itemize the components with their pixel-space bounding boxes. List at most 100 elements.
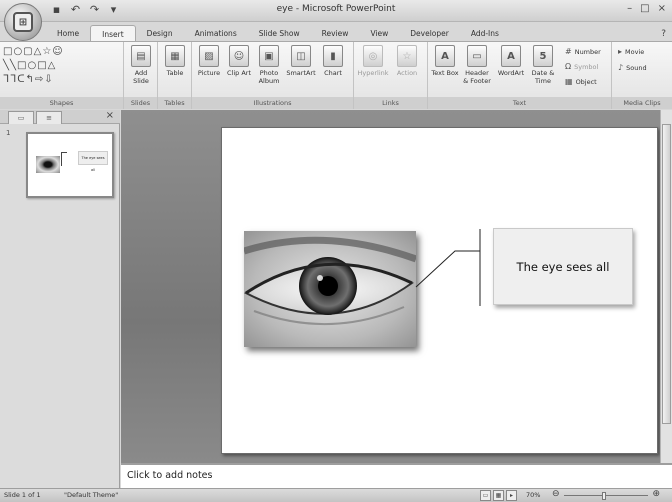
notes-placeholder: Click to add notes bbox=[127, 470, 213, 481]
chart-icon: ▮ bbox=[323, 45, 343, 67]
new-slide-button[interactable]: ▤ Add Slide bbox=[126, 45, 156, 85]
office-button[interactable]: ⊞ bbox=[4, 3, 42, 41]
header-footer-button[interactable]: ▭ Header & Footer bbox=[462, 45, 492, 85]
theme-name: "Default Theme" bbox=[64, 491, 119, 499]
vertical-scrollbar[interactable] bbox=[660, 110, 672, 463]
omega-icon: Ω bbox=[565, 62, 572, 71]
notes-pane[interactable]: Click to add notes bbox=[121, 463, 672, 488]
status-bar: Slide 1 of 1 "Default Theme" ▭ ▦ ▸ 70% ⊖… bbox=[0, 488, 672, 502]
ribbon-tabs: Home Insert Design Animations Slide Show… bbox=[46, 25, 510, 42]
group-tables: ▦ Table Tables bbox=[158, 42, 192, 109]
view-buttons: ▭ ▦ ▸ bbox=[480, 490, 517, 501]
group-media-clips: ▸ Movie ♪ Sound Media Clips bbox=[612, 42, 672, 109]
scrollbar-thumb[interactable] bbox=[662, 124, 671, 424]
tab-outline-panel[interactable]: ≡ bbox=[36, 111, 62, 124]
wordart-button[interactable]: A WordArt bbox=[496, 45, 526, 77]
tab-add-ins[interactable]: Add-Ins bbox=[460, 25, 510, 42]
picture-button[interactable]: ▨ Picture bbox=[194, 45, 224, 77]
thumbnail-eye-image bbox=[36, 156, 60, 173]
movie-icon: ▸ bbox=[618, 47, 623, 56]
close-icon[interactable]: × bbox=[106, 110, 114, 121]
tab-design[interactable]: Design bbox=[136, 25, 184, 42]
object-button[interactable]: ▦ Object bbox=[565, 77, 597, 86]
title-bar: ▪ ↶ ↷ ▾ eye - Microsoft PowerPoint – □ × bbox=[0, 0, 672, 22]
slide-sorter-icon[interactable]: ▦ bbox=[493, 490, 504, 501]
movie-button[interactable]: ▸ Movie bbox=[618, 47, 644, 56]
hyperlink-icon: ◎ bbox=[363, 45, 383, 67]
wordart-icon: A bbox=[501, 45, 521, 67]
slide-number-icon: # bbox=[565, 47, 572, 56]
ribbon: □○▢△☆☺ ╲╲□○□△ ᒣᒣᑕ↰⇨⇩ Shapes ▤ Add Slide … bbox=[0, 41, 672, 109]
speaker-icon: ♪ bbox=[618, 63, 624, 72]
tab-review[interactable]: Review bbox=[311, 25, 360, 42]
text-box-button[interactable]: A Text Box bbox=[430, 45, 460, 77]
close-button[interactable]: × bbox=[658, 3, 666, 14]
shapes-row: ╲╲□○□△ bbox=[3, 60, 57, 71]
shapes-row: ᒣᒣᑕ↰⇨⇩ bbox=[3, 74, 54, 85]
callout-text: The eye sees all bbox=[516, 259, 610, 274]
powerpoint-window: ▪ ↶ ↷ ▾ eye - Microsoft PowerPoint – □ ×… bbox=[0, 0, 672, 502]
symbol-button[interactable]: Ω Symbol bbox=[565, 62, 598, 71]
smartart-button[interactable]: ◫ SmartArt bbox=[286, 45, 316, 77]
slides-panel: ▭ ≡ × 1 The eye sees all bbox=[0, 110, 120, 488]
clip-art-button[interactable]: ☺ Clip Art bbox=[224, 45, 254, 77]
group-text: A Text Box ▭ Header & Footer A WordArt 5… bbox=[428, 42, 612, 109]
calendar-icon: 5 bbox=[533, 45, 553, 67]
hyperlink-button[interactable]: ◎ Hyperlink bbox=[357, 45, 389, 77]
action-button[interactable]: ☆ Action bbox=[392, 45, 422, 77]
group-label: Media Clips bbox=[612, 97, 672, 109]
clip-art-icon: ☺ bbox=[229, 45, 249, 67]
group-shapes: □○▢△☆☺ ╲╲□○□△ ᒣᒣᑕ↰⇨⇩ Shapes bbox=[0, 42, 124, 109]
zoom-knob[interactable] bbox=[602, 492, 606, 500]
group-label: Links bbox=[354, 97, 427, 109]
thumbnail-callout: The eye sees all bbox=[78, 151, 108, 172]
slide-number-button[interactable]: # Number bbox=[565, 47, 601, 56]
group-label: Slides bbox=[124, 97, 157, 109]
tab-slides-panel[interactable]: ▭ bbox=[8, 111, 34, 124]
shapes-row: □○▢△☆☺ bbox=[3, 46, 64, 57]
eye-image bbox=[244, 231, 416, 347]
slide-count: Slide 1 of 1 bbox=[4, 491, 41, 499]
chart-button[interactable]: ▮ Chart bbox=[318, 45, 348, 77]
callout-box[interactable]: The eye sees all bbox=[493, 228, 633, 305]
photo-album-button[interactable]: ▣ Photo Album bbox=[254, 45, 284, 85]
tab-developer[interactable]: Developer bbox=[399, 25, 460, 42]
slide-thumbnail[interactable]: The eye sees all bbox=[26, 132, 114, 198]
tab-home[interactable]: Home bbox=[46, 25, 90, 42]
slide-editor: The eye sees all bbox=[121, 110, 672, 463]
maximize-button[interactable]: □ bbox=[640, 3, 649, 14]
slide-thumbnail-number: 1 bbox=[6, 129, 11, 137]
slide-show-icon[interactable]: ▸ bbox=[506, 490, 517, 501]
tab-view[interactable]: View bbox=[359, 25, 399, 42]
zoom-slider[interactable]: ⊖ ⊕ bbox=[552, 489, 662, 502]
zoom-out-icon[interactable]: ⊖ bbox=[552, 489, 560, 499]
date-time-button[interactable]: 5 Date & Time bbox=[528, 45, 558, 85]
tab-animations[interactable]: Animations bbox=[184, 25, 248, 42]
group-slides: ▤ Add Slide Slides bbox=[124, 42, 158, 109]
group-label: Illustrations bbox=[192, 97, 353, 109]
object-icon: ▦ bbox=[565, 77, 573, 86]
slide-canvas[interactable]: The eye sees all bbox=[221, 127, 658, 454]
zoom-in-icon[interactable]: ⊕ bbox=[652, 489, 660, 499]
window-title: eye - Microsoft PowerPoint bbox=[276, 4, 396, 14]
table-button[interactable]: ▦ Table bbox=[160, 45, 190, 77]
action-icon: ☆ bbox=[397, 45, 417, 67]
shapes-gallery[interactable]: □○▢△☆☺ ╲╲□○□△ ᒣᒣᑕ↰⇨⇩ bbox=[3, 45, 108, 87]
office-logo-icon: ⊞ bbox=[13, 12, 33, 32]
sound-button[interactable]: ♪ Sound bbox=[618, 63, 647, 72]
tab-insert[interactable]: Insert bbox=[90, 25, 136, 42]
header-footer-icon: ▭ bbox=[467, 45, 487, 67]
zoom-level[interactable]: 70% bbox=[526, 491, 540, 499]
minimize-button[interactable]: – bbox=[627, 3, 632, 14]
new-slide-icon: ▤ bbox=[131, 45, 151, 67]
photo-album-icon: ▣ bbox=[259, 45, 279, 67]
panel-tabs: ▭ ≡ × bbox=[0, 110, 120, 124]
eye-picture[interactable] bbox=[244, 231, 416, 347]
group-links: ◎ Hyperlink ☆ Action Links bbox=[354, 42, 428, 109]
thumbnail-callout-line bbox=[61, 152, 67, 166]
group-label: Text bbox=[428, 97, 611, 109]
tab-slide-show[interactable]: Slide Show bbox=[248, 25, 311, 42]
smartart-icon: ◫ bbox=[291, 45, 311, 67]
normal-view-icon[interactable]: ▭ bbox=[480, 490, 491, 501]
help-icon[interactable]: ? bbox=[661, 29, 666, 39]
